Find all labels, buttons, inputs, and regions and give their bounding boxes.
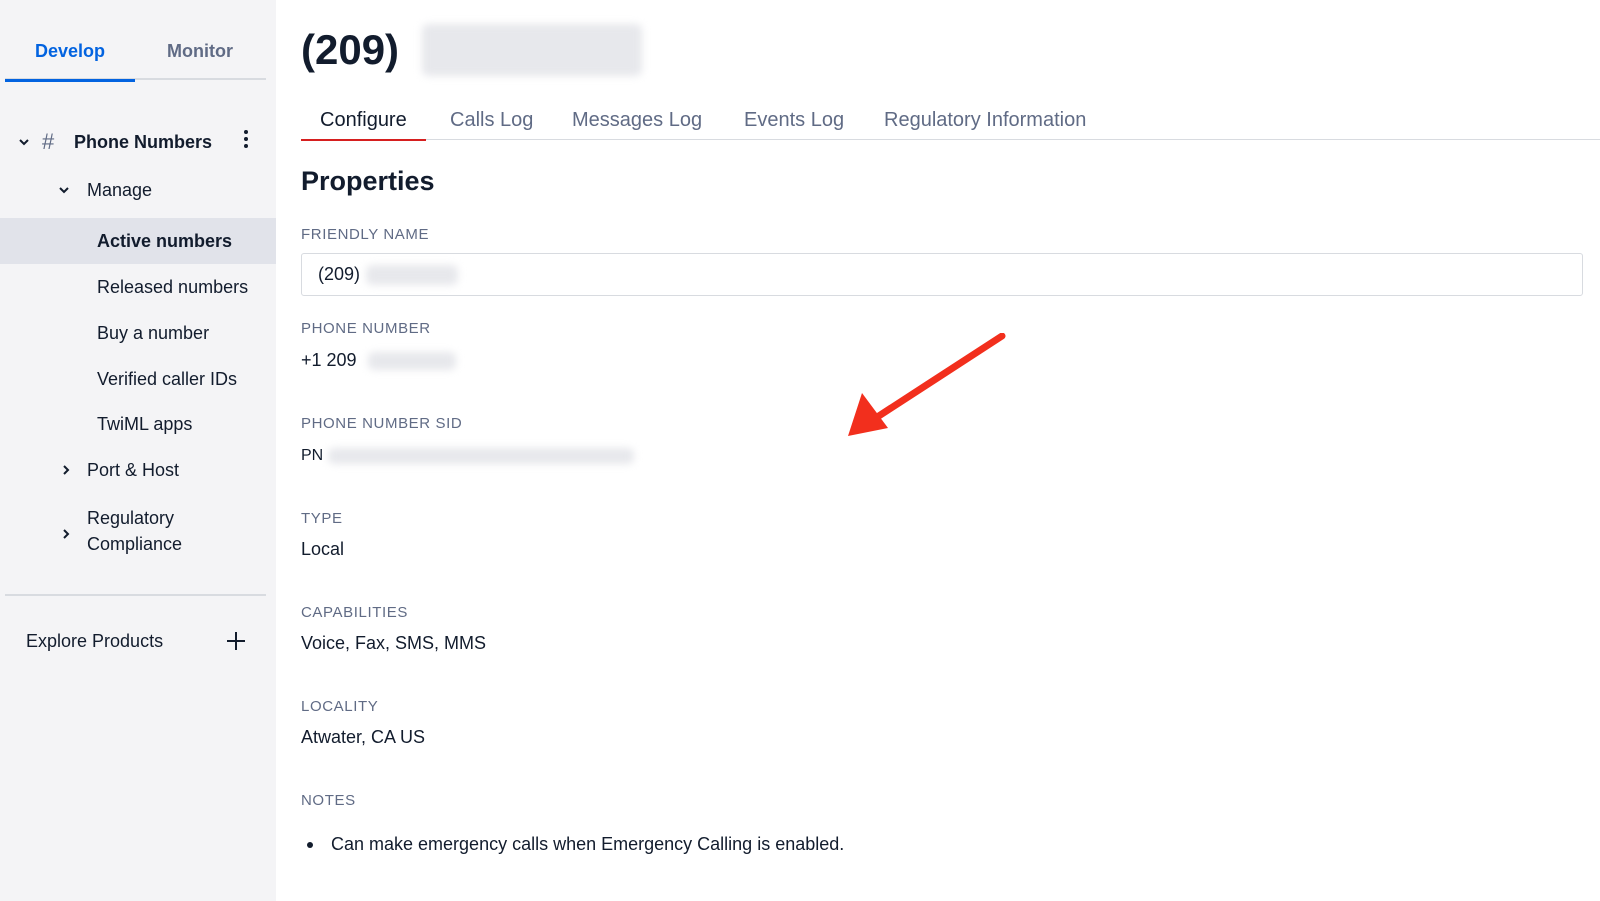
locality-value: Atwater, CA US (301, 727, 426, 747)
locality-label: LOCALITY (301, 698, 379, 715)
sidebar: Develop Monitor # Phone Numbers Manage A… (0, 0, 276, 901)
sidebar-item-regulatory-compliance[interactable]: Regulatory Compliance (0, 506, 276, 560)
note-text: Can make emergency calls when Emergency … (331, 834, 845, 854)
bullet-icon (307, 841, 313, 848)
tab-configure[interactable]: Configure (301, 100, 426, 141)
sidebar-item-buy-a-number[interactable]: Buy a number (0, 310, 276, 356)
sidebar-item-label: Regulatory (87, 508, 175, 528)
phone-number-label: PHONE NUMBER (301, 320, 431, 337)
tab-regulatory-information[interactable]: Regulatory Information (884, 100, 1086, 140)
section-title: Properties (301, 166, 435, 196)
sidebar-item-active-numbers[interactable]: Active numbers (0, 218, 276, 264)
phone-number-sid-value: PN (301, 447, 634, 465)
sid-text: PN (301, 447, 324, 464)
redacted-value (327, 447, 634, 464)
redacted-value (366, 264, 459, 285)
sidebar-item-label: Port & Host (87, 459, 180, 480)
sidebar-item-port-host[interactable]: Port & Host (0, 454, 276, 486)
sidebar-group-manage[interactable]: Manage (0, 174, 276, 206)
tab-calls-log[interactable]: Calls Log (450, 100, 533, 140)
phone-number-text: +1 209 (301, 350, 357, 370)
sidebar-section-label: Phone Numbers (74, 131, 213, 152)
sidebar-section-phone-numbers[interactable]: # Phone Numbers (0, 126, 276, 158)
notes-list-item: Can make emergency calls when Emergency … (307, 834, 844, 855)
phone-number-value: +1 209 (301, 350, 456, 371)
page-title: (209) (301, 26, 400, 73)
sidebar-item-label-line2: Compliance (87, 534, 183, 554)
tab-monitor[interactable]: Monitor (135, 22, 265, 80)
redacted-value (367, 352, 456, 371)
more-options-icon[interactable] (238, 127, 254, 151)
phone-number-sid-label: PHONE NUMBER SID (301, 415, 463, 432)
capabilities-value: Voice, Fax, SMS, MMS (301, 633, 487, 653)
type-value: Local (301, 539, 345, 559)
capabilities-label: CAPABILITIES (301, 604, 408, 621)
sidebar-item-verified-caller-ids[interactable]: Verified caller IDs (0, 356, 276, 402)
annotation-arrow-icon (848, 333, 1006, 436)
sidebar-item-twiml-apps[interactable]: TwiML apps (0, 401, 276, 447)
type-label: TYPE (301, 510, 343, 527)
notes-label: NOTES (301, 792, 356, 809)
tab-develop[interactable]: Develop (5, 22, 135, 82)
explore-products-label: Explore Products (26, 630, 164, 651)
sidebar-item-released-numbers[interactable]: Released numbers (0, 264, 276, 310)
sidebar-divider (5, 594, 266, 596)
friendly-name-label: FRIENDLY NAME (301, 226, 430, 243)
tab-messages-log[interactable]: Messages Log (572, 100, 702, 140)
friendly-name-value: (209) (318, 264, 361, 284)
tab-events-log[interactable]: Events Log (744, 100, 844, 140)
chevron-down-icon (18, 136, 29, 146)
friendly-name-input[interactable]: (209) (301, 253, 1583, 296)
chevron-right-icon (60, 528, 70, 539)
plus-icon[interactable] (226, 631, 246, 651)
page-tabs: Configure Calls Log Messages Log Events … (301, 100, 1600, 141)
sidebar-tabs: Develop Monitor (5, 22, 266, 82)
main-content: (209) Configure Calls Log Messages Log E… (276, 0, 1600, 901)
sidebar-group-label: Manage (87, 179, 153, 200)
redacted-number (422, 24, 642, 76)
chevron-right-icon (60, 464, 70, 475)
chevron-down-icon (58, 184, 69, 194)
hash-icon: # (42, 129, 55, 154)
